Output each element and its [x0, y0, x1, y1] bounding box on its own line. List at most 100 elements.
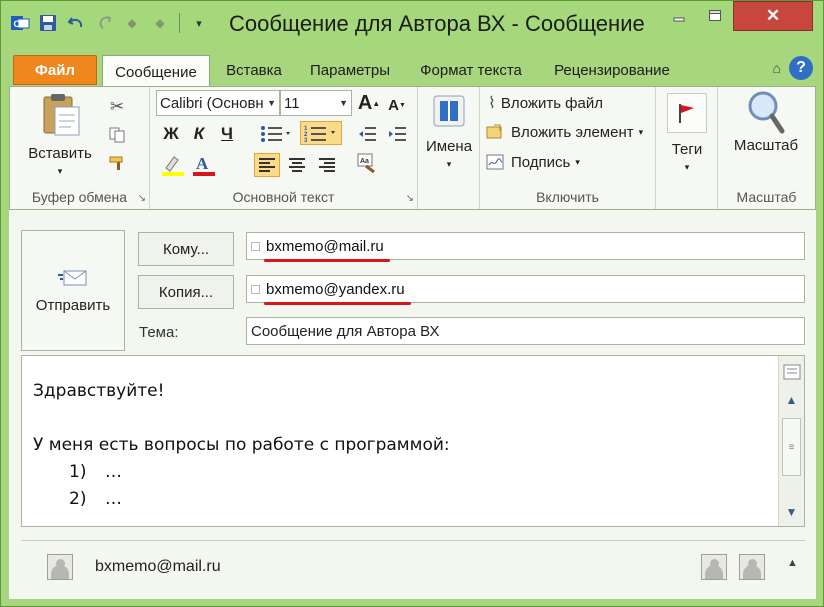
avatar[interactable]	[47, 554, 73, 580]
zoom-label: Масштаб	[733, 137, 799, 154]
recipient-checkbox	[251, 241, 260, 251]
chevron-down-icon: ▾	[575, 156, 580, 167]
grow-font-icon[interactable]: A ▲	[356, 91, 382, 115]
list-item: 1) …	[33, 459, 450, 486]
copy-icon[interactable]	[104, 123, 130, 147]
highlight-color-icon[interactable]	[158, 153, 188, 177]
shrink-font-icon[interactable]: A ▼	[384, 93, 410, 117]
expand-people-pane-icon[interactable]: ▲	[787, 557, 798, 569]
dialog-launcher-icon[interactable]: ↘	[406, 193, 414, 204]
chevron-down-icon: ▼	[267, 98, 276, 108]
customize-toolbar-icon[interactable]: ▾	[188, 12, 210, 34]
align-left-icon[interactable]	[254, 153, 280, 177]
send-button[interactable]: Отправить	[21, 230, 125, 351]
tab-file[interactable]: Файл	[13, 55, 97, 85]
font-name-value: Calibri (Основн	[160, 94, 264, 112]
minimize-ribbon-icon[interactable]: ⌂	[773, 60, 781, 76]
paste-button[interactable]: Вставить ▾	[24, 91, 96, 177]
svg-text:3: 3	[304, 138, 308, 142]
outlook-app-icon[interactable]: O	[9, 12, 31, 34]
recipient-checkbox	[251, 284, 260, 294]
ruler-toggle-icon[interactable]	[781, 362, 802, 382]
group-zoom-label: Масштаб	[736, 189, 797, 205]
to-button[interactable]: Кому...	[138, 232, 234, 266]
send-label: Отправить	[35, 297, 111, 314]
message-body[interactable]: Здравствуйте! У меня есть вопросы по раб…	[21, 355, 805, 527]
names-label: Имена	[425, 138, 473, 155]
tags-button[interactable]: Теги ▾	[660, 93, 714, 173]
tab-options[interactable]: Параметры	[301, 55, 399, 85]
bullets-icon[interactable]	[258, 122, 294, 146]
to-field[interactable]: bxmemo@mail.ru	[246, 232, 805, 262]
avatar[interactable]	[701, 554, 727, 580]
dialog-launcher-icon[interactable]: ↘	[138, 193, 146, 204]
increase-indent-icon[interactable]	[384, 122, 410, 146]
attach-item-button[interactable]: Вложить элемент ▾	[486, 123, 643, 141]
tab-insert[interactable]: Вставка	[217, 55, 291, 85]
save-icon[interactable]	[37, 12, 59, 34]
cc-button[interactable]: Копия...	[138, 275, 234, 309]
minimize-button[interactable]	[661, 1, 697, 31]
to-recipient[interactable]: bxmemo@mail.ru	[264, 238, 390, 262]
arrow-down-icon[interactable]: ◆	[149, 12, 171, 34]
font-name-combo[interactable]: Calibri (Основн ▼	[156, 90, 280, 116]
cc-recipient[interactable]: bxmemo@yandex.ru	[264, 281, 411, 305]
group-basic-text-label: Основной текст	[232, 189, 335, 205]
numbering-icon[interactable]: 123	[300, 121, 342, 145]
list-item-number: 2)	[69, 489, 87, 509]
align-right-icon[interactable]	[314, 153, 340, 177]
tab-format-text[interactable]: Формат текста	[409, 55, 533, 85]
scroll-up-icon[interactable]: ▲	[781, 390, 802, 410]
close-button[interactable]: ✕	[733, 1, 813, 31]
list-item-text: …	[105, 462, 122, 482]
cut-icon[interactable]: ✂	[104, 95, 130, 119]
underline-button[interactable]: Ч	[214, 122, 240, 146]
ribbon-tabs: Файл Сообщение Вставка Параметры Формат …	[1, 47, 823, 88]
svg-text:A: A	[196, 154, 209, 173]
people-pane-name: bxmemo@mail.ru	[95, 558, 221, 575]
redo-icon[interactable]	[93, 12, 115, 34]
subject-field[interactable]: Сообщение для Автора ВХ	[246, 317, 805, 345]
font-color-icon[interactable]: A	[190, 153, 218, 177]
tab-review[interactable]: Рецензирование	[543, 55, 681, 85]
align-center-icon[interactable]	[284, 153, 310, 177]
people-pane: bxmemo@mail.ru ▲	[21, 540, 805, 592]
names-button[interactable]: Имена ▾	[422, 93, 476, 170]
attach-file-button[interactable]: ⌇ Вложить файл	[488, 93, 603, 113]
avatar[interactable]	[739, 554, 765, 580]
styles-icon[interactable]: Aa	[354, 151, 380, 175]
avatar-head	[710, 559, 719, 568]
group-clipboard-label: Буфер обмена	[31, 189, 128, 205]
clipboard-icon	[43, 94, 80, 136]
chevron-down-icon: ▼	[339, 98, 348, 108]
list-item-number: 1)	[69, 462, 87, 482]
paperclip-icon: ⌇	[488, 95, 496, 112]
svg-text:O: O	[14, 19, 21, 29]
close-icon: ✕	[765, 6, 781, 25]
signature-button[interactable]: Подпись ▾	[486, 153, 580, 171]
vertical-scrollbar[interactable]: ▲ ≡ ▼	[778, 356, 804, 526]
svg-text:Aa: Aa	[360, 158, 369, 165]
font-size-combo[interactable]: 11 ▼	[280, 90, 352, 116]
scroll-thumb[interactable]: ≡	[782, 418, 801, 476]
maximize-button[interactable]	[697, 1, 733, 31]
group-zoom: Масштаб Масштаб	[718, 87, 815, 209]
cc-field[interactable]: bxmemo@yandex.ru	[246, 275, 805, 305]
group-basic-text: Calibri (Основн ▼ 11 ▼ A▲ A▼ Ж К Ч 123	[150, 87, 418, 209]
magnifier-icon	[748, 91, 785, 134]
tab-message[interactable]: Сообщение	[102, 55, 210, 88]
italic-button[interactable]: К	[186, 122, 212, 146]
help-icon[interactable]: ?	[789, 56, 813, 80]
undo-icon[interactable]	[65, 12, 87, 34]
body-blank-line	[33, 405, 450, 432]
zoom-button[interactable]: Масштаб	[724, 89, 808, 154]
bold-button[interactable]: Ж	[158, 122, 184, 146]
scroll-down-icon[interactable]: ▼	[781, 502, 802, 522]
arrow-up-icon[interactable]: ◆	[121, 12, 143, 34]
compose-area: Отправить Кому... bxmemo@mail.ru Копия..…	[9, 210, 816, 599]
send-icon	[58, 270, 87, 286]
attach-item-label: Вложить элемент	[511, 123, 634, 141]
decrease-indent-icon[interactable]	[354, 122, 380, 146]
format-painter-icon[interactable]	[104, 151, 130, 175]
signature-label: Подпись	[511, 153, 571, 171]
